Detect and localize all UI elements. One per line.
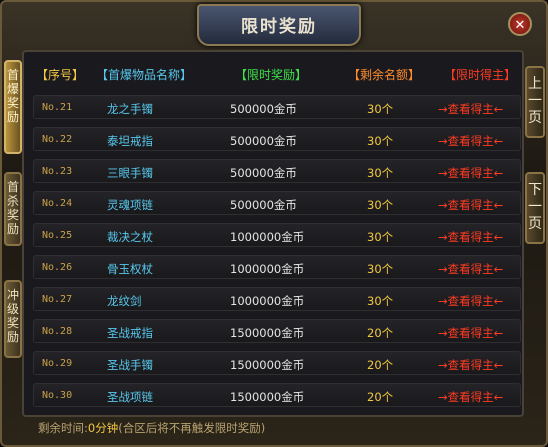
row-reward: 500000金币 <box>230 102 297 116</box>
row-index: No.24 <box>42 198 73 209</box>
row-index: No.22 <box>42 134 73 145</box>
view-winner-link[interactable]: →查看得主← <box>438 261 503 277</box>
view-winner-link[interactable]: →查看得主← <box>438 229 503 245</box>
dialog-title: 限时奖励 <box>241 17 317 37</box>
remaining-time-label: 剩余时间: <box>38 421 88 435</box>
row-reward: 1500000金币 <box>230 358 305 372</box>
table-row: No.30 圣战项链 1500000金币 20个 →查看得主← <box>33 383 521 407</box>
column-header-winner: 【限时得主】 <box>444 68 517 82</box>
row-remaining: 30个 <box>367 198 394 212</box>
table-header: 【序号】 【首爆物品名称】 【限时奖励】 【剩余名额】 【限时得主】 <box>30 66 520 84</box>
row-index: No.27 <box>42 294 73 305</box>
title-plate: 限时奖励 <box>197 4 361 46</box>
next-page-label: 下一页 <box>528 182 542 232</box>
row-remaining: 30个 <box>367 262 394 276</box>
row-reward: 1000000金币 <box>230 230 305 244</box>
row-remaining: 20个 <box>367 358 394 372</box>
table-row: No.27 龙纹剑 1000000金币 30个 →查看得主← <box>33 287 521 311</box>
row-item-name: 骨玉权杖 <box>107 262 153 276</box>
row-remaining: 30个 <box>367 166 394 180</box>
view-winner-link[interactable]: →查看得主← <box>438 133 503 149</box>
next-page-button[interactable]: 下一页 <box>525 172 545 244</box>
view-winner-link[interactable]: →查看得主← <box>438 101 503 117</box>
tab-first-drop-reward[interactable]: 首爆奖励 <box>4 60 22 154</box>
prev-page-label: 上一页 <box>528 76 542 126</box>
row-item-name: 龙纹剑 <box>107 294 142 308</box>
table-row: No.28 圣战戒指 1500000金币 20个 →查看得主← <box>33 319 521 343</box>
row-reward: 500000金币 <box>230 198 297 212</box>
view-winner-link[interactable]: →查看得主← <box>438 325 503 341</box>
merge-note: (合区后将不再触发限时奖励) <box>118 421 266 435</box>
row-index: No.23 <box>42 166 73 177</box>
row-index: No.26 <box>42 262 73 273</box>
view-winner-link[interactable]: →查看得主← <box>438 293 503 309</box>
table-row: No.25 裁决之杖 1000000金币 30个 →查看得主← <box>33 223 521 247</box>
row-remaining: 30个 <box>367 294 394 308</box>
table-row: No.23 三眼手镯 500000金币 30个 →查看得主← <box>33 159 521 183</box>
tab-level-reward[interactable]: 冲级奖励 <box>4 280 22 358</box>
row-remaining: 20个 <box>367 390 394 404</box>
row-item-name: 圣战戒指 <box>107 326 153 340</box>
row-item-name: 龙之手镯 <box>107 102 153 116</box>
row-index: No.28 <box>42 326 73 337</box>
row-item-name: 裁决之杖 <box>107 230 153 244</box>
row-index: No.30 <box>42 390 73 401</box>
view-winner-link[interactable]: →查看得主← <box>438 357 503 373</box>
row-reward: 1500000金币 <box>230 390 305 404</box>
view-winner-link[interactable]: →查看得主← <box>438 197 503 213</box>
row-index: No.21 <box>42 102 73 113</box>
table-row: No.21 龙之手镯 500000金币 30个 →查看得主← <box>33 95 521 119</box>
table-row: No.26 骨玉权杖 1000000金币 30个 →查看得主← <box>33 255 521 279</box>
tab-level-reward-label: 冲级奖励 <box>6 288 19 344</box>
tab-first-drop-reward-label: 首爆奖励 <box>6 68 19 124</box>
row-remaining: 20个 <box>367 326 394 340</box>
row-remaining: 30个 <box>367 102 394 116</box>
table-row: No.29 圣战手镯 1500000金币 20个 →查看得主← <box>33 351 521 375</box>
tab-first-kill-reward-label: 首杀奖励 <box>6 180 19 236</box>
column-header-reward: 【限时奖励】 <box>235 68 308 82</box>
tab-first-kill-reward[interactable]: 首杀奖励 <box>4 172 22 246</box>
view-winner-link[interactable]: →查看得主← <box>438 389 503 405</box>
row-item-name: 三眼手镯 <box>107 166 153 180</box>
column-header-remaining: 【剩余名额】 <box>348 68 421 82</box>
close-button[interactable]: ✕ <box>508 12 532 36</box>
row-item-name: 灵魂项链 <box>107 198 153 212</box>
column-header-index: 【序号】 <box>36 68 85 82</box>
row-item-name: 圣战项链 <box>107 390 153 404</box>
row-reward: 500000金币 <box>230 134 297 148</box>
column-header-item-name: 【首爆物品名称】 <box>96 68 193 82</box>
remaining-time-value: 0分钟 <box>87 421 119 435</box>
row-remaining: 30个 <box>367 230 394 244</box>
row-remaining: 30个 <box>367 134 394 148</box>
prev-page-button[interactable]: 上一页 <box>525 66 545 138</box>
row-reward: 500000金币 <box>230 166 297 180</box>
row-item-name: 圣战手镯 <box>107 358 153 372</box>
table-row: No.22 泰坦戒指 500000金币 30个 →查看得主← <box>33 127 521 151</box>
row-index: No.29 <box>42 358 73 369</box>
row-reward: 1000000金币 <box>230 294 305 308</box>
table-row: No.24 灵魂项链 500000金币 30个 →查看得主← <box>33 191 521 215</box>
row-index: No.25 <box>42 230 73 241</box>
row-reward: 1000000金币 <box>230 262 305 276</box>
footer-status: 剩余时间:0分钟(合区后将不再触发限时奖励) <box>38 420 265 436</box>
row-reward: 1500000金币 <box>230 326 305 340</box>
row-item-name: 泰坦戒指 <box>107 134 153 148</box>
view-winner-link[interactable]: →查看得主← <box>438 165 503 181</box>
